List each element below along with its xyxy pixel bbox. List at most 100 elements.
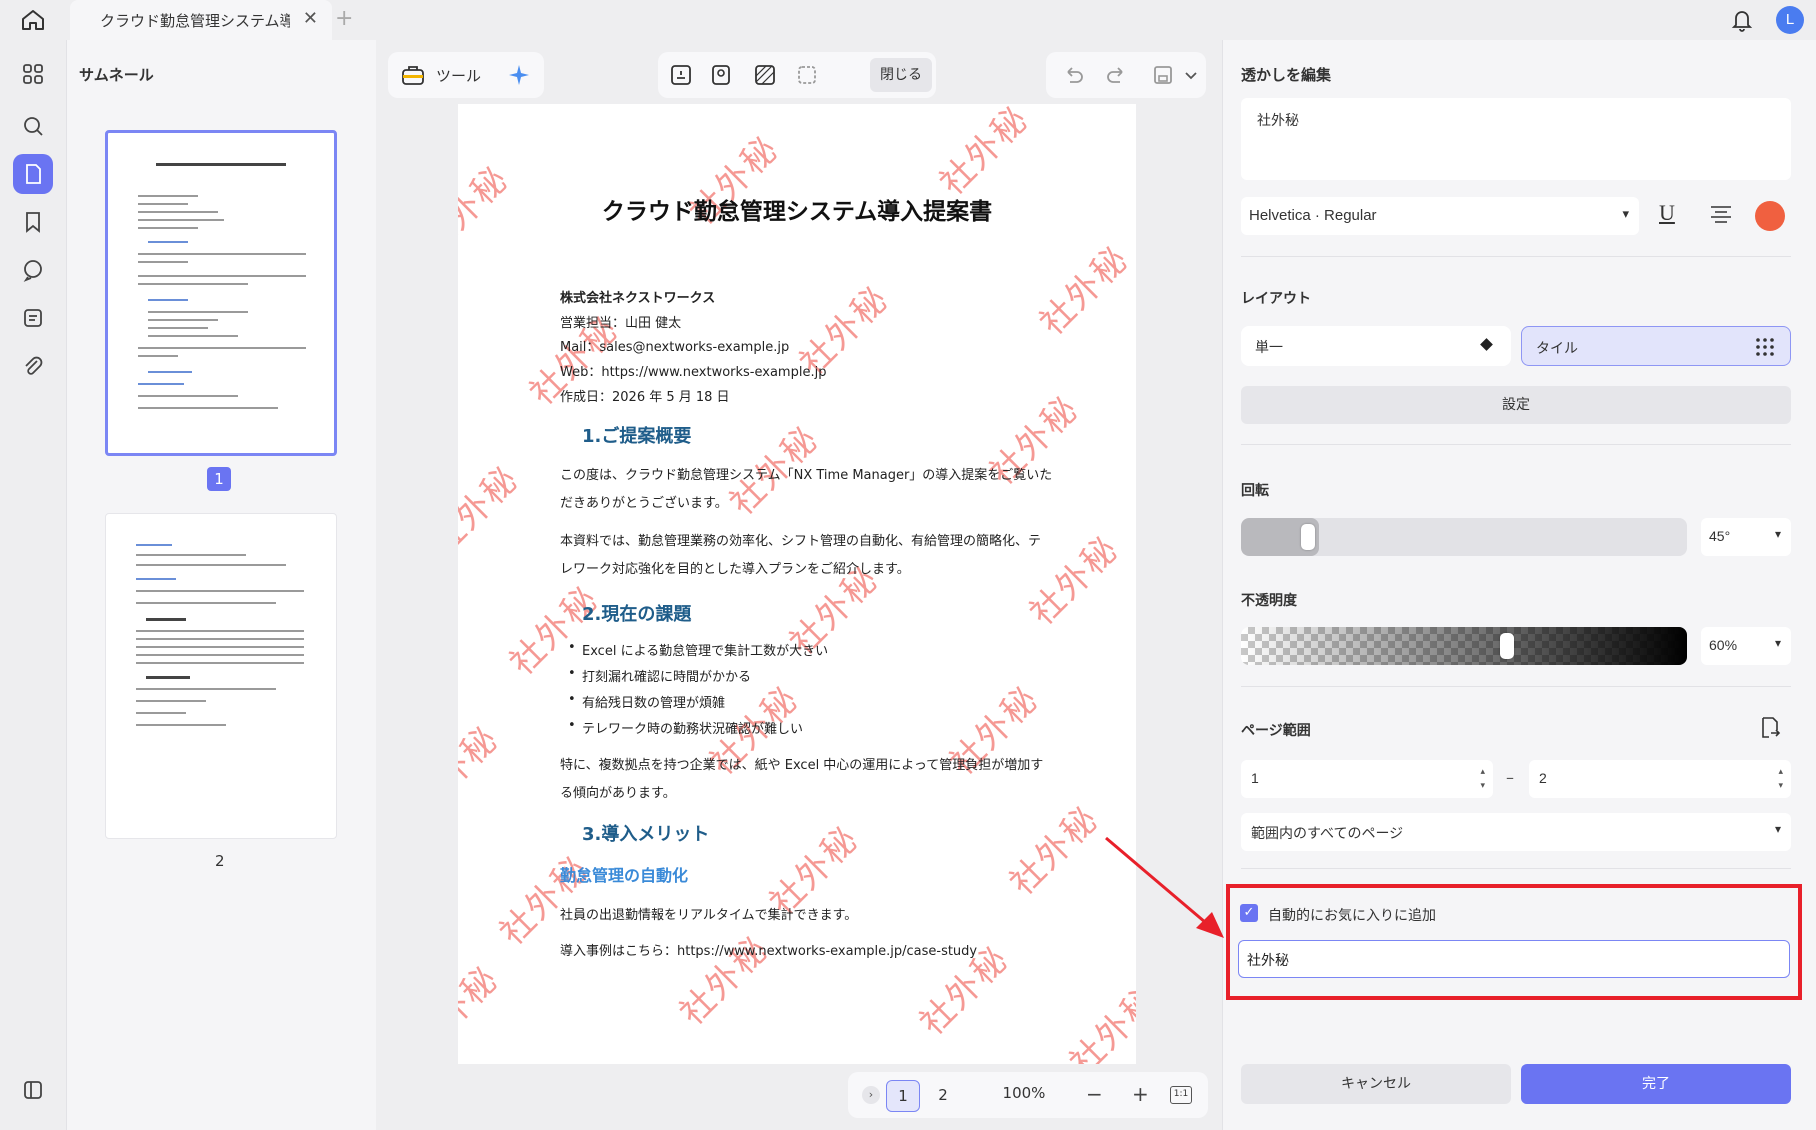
- issue-bullet: テレワーク時の勤務状況確認が難しい: [568, 718, 803, 737]
- actual-size-icon[interactable]: 1:1: [1170, 1086, 1192, 1104]
- add-watermark-icon[interactable]: [668, 62, 694, 88]
- expand-pager-icon[interactable]: ›: [862, 1086, 880, 1104]
- watermark-stamp: 社外秘: [566, 1063, 677, 1064]
- save-icon[interactable]: [1150, 62, 1176, 88]
- page-navigator: › 1 2 100% − + 1:1: [848, 1072, 1208, 1118]
- watermark-stamp: 社外秘: [1032, 238, 1136, 344]
- layout-single-option[interactable]: 単一: [1241, 326, 1511, 366]
- tools-toolbar: ツール: [388, 52, 544, 98]
- page-button-2[interactable]: 2: [926, 1080, 960, 1112]
- align-icon[interactable]: [1709, 204, 1733, 224]
- layout-single-label: 単一: [1255, 340, 1283, 356]
- cancel-button[interactable]: キャンセル: [1241, 1064, 1511, 1104]
- underline-icon[interactable]: U: [1659, 200, 1675, 226]
- watermark-stamp: 社外秘: [932, 104, 1037, 204]
- section-2-heading: 2.現在の課題: [582, 604, 692, 625]
- page-range-label: ページ範囲: [1241, 723, 1311, 739]
- issue-bullet: 打刻漏れ確認に時間がかかる: [568, 666, 751, 685]
- rotation-slider-handle[interactable]: [1301, 524, 1315, 550]
- pages-icon[interactable]: [13, 154, 53, 194]
- thumbnail-page-2-number[interactable]: 2: [215, 852, 225, 870]
- favorite-name-input[interactable]: 社外秘: [1238, 940, 1790, 978]
- layout-label: レイアウト: [1241, 291, 1311, 307]
- color-picker-swatch[interactable]: [1755, 201, 1785, 231]
- search-icon[interactable]: [13, 106, 53, 146]
- history-toolbar: [1046, 52, 1206, 98]
- section-3-heading: 3.導入メリット: [582, 824, 710, 845]
- annotation-arrow: [1105, 836, 1224, 938]
- section-1-heading: 1.ご提案概要: [582, 426, 692, 447]
- contact-web: Web：https://www.nextworks-example.jp: [560, 365, 827, 380]
- background-icon[interactable]: [752, 62, 778, 88]
- new-tab-icon[interactable]: +: [335, 6, 353, 31]
- section-1-para-1a: この度は、クラウド勤怠管理システム「NX Time Manager」の導入提案を…: [560, 468, 1053, 483]
- settings-button[interactable]: 設定: [1241, 386, 1791, 424]
- section-3-subheading: 勤怠管理の自動化: [560, 866, 689, 885]
- rotation-slider[interactable]: [1241, 518, 1687, 556]
- ai-sparkle-icon[interactable]: [506, 62, 532, 88]
- opacity-label: 不透明度: [1241, 593, 1297, 609]
- watermark-stamp: 社外秘: [836, 1063, 947, 1064]
- section-1-para-2a: 本資料では、勤怠管理業務の効率化、シフト管理の自動化、有給管理の簡略化、テ: [560, 534, 1042, 549]
- close-watermark-button[interactable]: 閉じる: [870, 58, 932, 92]
- done-button[interactable]: 完了: [1521, 1064, 1791, 1104]
- thumbnail-panel-title: サムネール: [79, 66, 154, 84]
- layout-tile-label: タイル: [1536, 341, 1578, 357]
- page-range-from[interactable]: 1: [1241, 760, 1493, 798]
- watermark-stamp: 社外秘: [458, 718, 507, 824]
- page-range-to[interactable]: 2: [1529, 760, 1791, 798]
- undo-icon[interactable]: [1060, 62, 1086, 88]
- rotation-select[interactable]: 45°: [1701, 518, 1791, 556]
- zoom-out-icon[interactable]: −: [1086, 1082, 1103, 1106]
- form-icon[interactable]: [13, 298, 53, 338]
- bell-icon[interactable]: [1730, 7, 1754, 33]
- attachment-icon[interactable]: [13, 346, 53, 386]
- watermark-stamp: 社外秘: [458, 458, 527, 564]
- comment-icon[interactable]: [13, 250, 53, 290]
- page-range-icon[interactable]: [1759, 716, 1781, 740]
- issue-bullet: 有給残日数の管理が煩雑: [568, 692, 725, 711]
- toolbox-icon[interactable]: [400, 62, 426, 88]
- divider: [1241, 868, 1791, 869]
- avatar[interactable]: L: [1776, 6, 1804, 34]
- edit-watermark-icon[interactable]: [708, 62, 734, 88]
- section-2-para-b: る傾向があります。: [560, 786, 676, 801]
- rotation-label: 回転: [1241, 483, 1269, 499]
- divider: [1241, 256, 1791, 257]
- tab-close-icon[interactable]: ✕: [303, 8, 318, 29]
- layout-tile-option[interactable]: タイル: [1521, 326, 1791, 366]
- auto-favorite-checkbox[interactable]: ✓: [1240, 904, 1258, 922]
- watermark-toolbar: 閉じる: [658, 52, 936, 98]
- grid-apps-icon[interactable]: [13, 54, 53, 94]
- page-button-1[interactable]: 1: [886, 1080, 920, 1112]
- section-2-para-a: 特に、複数拠点を持つ企業では、紙や Excel 中心の運用によって管理負担が増加…: [560, 758, 1044, 773]
- left-rail: [0, 40, 66, 1130]
- chevron-down-icon[interactable]: [1178, 62, 1204, 88]
- thumbnail-page-1-number[interactable]: 1: [207, 467, 231, 491]
- thumbnail-page-1[interactable]: [105, 130, 337, 456]
- watermark-text-field[interactable]: 社外秘: [1241, 98, 1791, 180]
- home-icon[interactable]: [20, 8, 46, 32]
- thumbnail-page-2[interactable]: [105, 513, 337, 839]
- opacity-slider[interactable]: [1241, 627, 1687, 665]
- panel-title: 透かしを編集: [1241, 66, 1332, 84]
- redo-icon[interactable]: [1104, 62, 1130, 88]
- document-page[interactable]: 社外秘 社外秘 社外秘 社外秘 社外秘 社外秘 社外秘 社外秘 社外秘 社外秘 社外秘 社外秘 社外秘社…: [458, 104, 1136, 1064]
- delete-watermark-icon[interactable]: [794, 62, 820, 88]
- bookmark-icon[interactable]: [13, 202, 53, 242]
- range-dash: –: [1506, 768, 1514, 787]
- contact-mail: Mail：sales@nextworks-example.jp: [560, 340, 790, 355]
- tools-label[interactable]: ツール: [436, 65, 481, 86]
- font-select[interactable]: Helvetica · Regular: [1241, 197, 1639, 235]
- sidebar-toggle-icon[interactable]: [13, 1070, 53, 1110]
- zoom-in-icon[interactable]: +: [1132, 1082, 1149, 1106]
- zoom-level[interactable]: 100%: [990, 1084, 1058, 1102]
- divider: [1241, 444, 1791, 445]
- opacity-select[interactable]: 60%: [1701, 627, 1791, 665]
- section-3-para-1: 社員の出退勤情報をリアルタイムで集計できます。: [560, 908, 858, 923]
- opacity-slider-handle[interactable]: [1500, 633, 1514, 659]
- watermark-stamp: 社外秘: [1062, 978, 1136, 1064]
- page-range-select[interactable]: 範囲内のすべてのページ: [1241, 813, 1791, 851]
- watermark-stamp: 社外秘: [1002, 798, 1107, 904]
- document-tab[interactable]: クラウド勤怠管理システム導入 ✕: [70, 0, 332, 40]
